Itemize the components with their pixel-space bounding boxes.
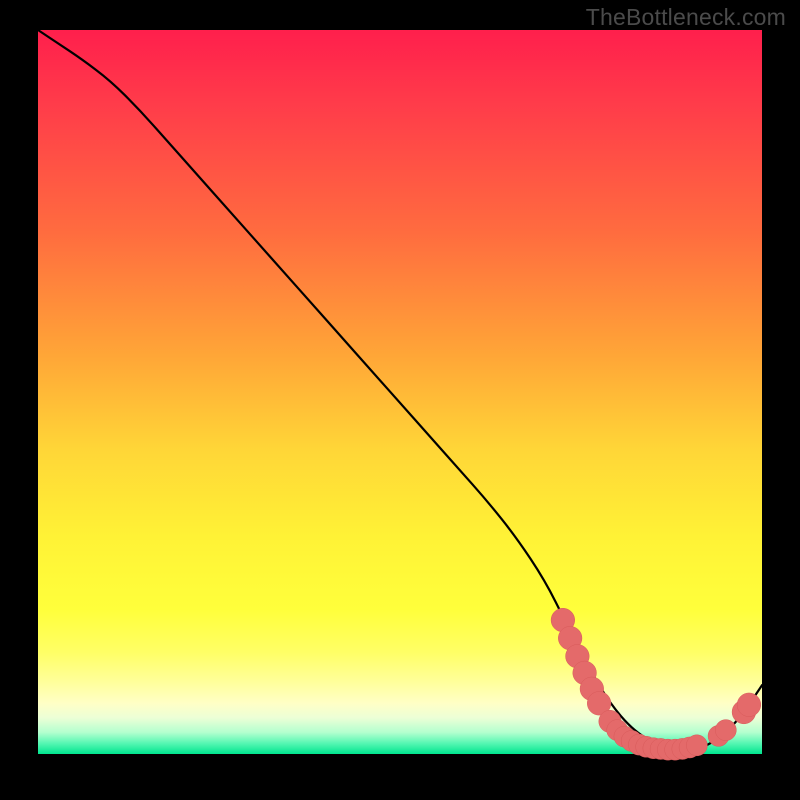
curve-marker — [686, 735, 707, 756]
bottleneck-curve — [38, 30, 762, 750]
curve-marker — [737, 693, 761, 717]
curve-marker — [715, 720, 736, 741]
watermark-text: TheBottleneck.com — [586, 4, 786, 31]
chart-overlay-svg — [38, 30, 762, 754]
plot-area — [38, 30, 762, 754]
chart-frame: TheBottleneck.com — [0, 0, 800, 800]
curve-markers — [551, 608, 761, 760]
